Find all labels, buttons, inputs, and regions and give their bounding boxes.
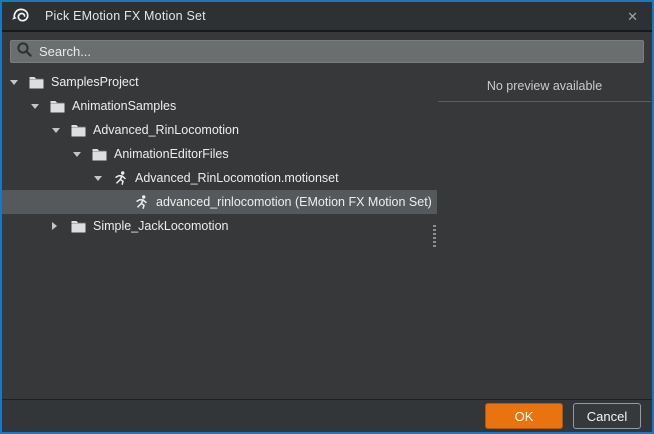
- search-icon: [16, 41, 37, 63]
- dialog-content: SamplesProject AnimationSamples: [2, 70, 652, 399]
- expand-arrow-icon[interactable]: [52, 222, 70, 230]
- expand-arrow-icon[interactable]: [10, 80, 28, 85]
- close-icon[interactable]: ✕: [623, 8, 642, 25]
- folder-icon: [70, 122, 86, 138]
- folder-icon: [91, 146, 107, 162]
- search-input[interactable]: [37, 42, 639, 62]
- tree-item-label: SamplesProject: [51, 75, 139, 89]
- motion-set-icon: [112, 170, 128, 186]
- tree-item-label: Simple_JackLocomotion: [93, 219, 229, 233]
- tree-item[interactable]: advanced_rinlocomotion (EMotion FX Motio…: [2, 190, 437, 214]
- tree-item-label: Advanced_RinLocomotion: [93, 123, 239, 137]
- folder-icon: [70, 218, 86, 234]
- asset-tree: SamplesProject AnimationSamples: [2, 70, 437, 399]
- expand-arrow-icon[interactable]: [94, 176, 112, 181]
- pick-motion-set-dialog: Pick EMotion FX Motion Set ✕: [0, 0, 654, 434]
- ok-button[interactable]: OK: [485, 403, 563, 429]
- tree-item-label: advanced_rinlocomotion (EMotion FX Motio…: [156, 195, 432, 209]
- footer-bar: OK Cancel: [2, 399, 652, 432]
- tree-item-label: AnimationSamples: [72, 99, 176, 113]
- motion-set-icon: [133, 194, 149, 210]
- lumberyard-logo-icon: [9, 4, 33, 28]
- preview-divider: [438, 101, 651, 102]
- folder-icon: [28, 74, 44, 90]
- tree-item[interactable]: Advanced_RinLocomotion: [2, 118, 437, 142]
- cancel-button[interactable]: Cancel: [573, 403, 641, 429]
- no-preview-label: No preview available: [438, 77, 651, 101]
- tree-item-label: AnimationEditorFiles: [114, 147, 229, 161]
- dialog-title: Pick EMotion FX Motion Set: [45, 9, 206, 23]
- tree-item-label: Advanced_RinLocomotion.motionset: [135, 171, 339, 185]
- tree-item[interactable]: AnimationEditorFiles: [2, 142, 437, 166]
- title-bar: Pick EMotion FX Motion Set ✕: [2, 2, 652, 32]
- tree-item[interactable]: Advanced_RinLocomotion.motionset: [2, 166, 437, 190]
- tree-item[interactable]: Simple_JackLocomotion: [2, 214, 437, 238]
- preview-panel: No preview available: [437, 70, 652, 399]
- expand-arrow-icon[interactable]: [73, 152, 91, 157]
- scrollbar-handle[interactable]: [433, 225, 436, 248]
- search-box[interactable]: [10, 40, 644, 63]
- expand-arrow-icon[interactable]: [31, 104, 49, 109]
- tree-item[interactable]: AnimationSamples: [2, 94, 437, 118]
- expand-arrow-icon[interactable]: [52, 128, 70, 133]
- folder-icon: [49, 98, 65, 114]
- tree-item[interactable]: SamplesProject: [2, 70, 437, 94]
- search-row: [2, 32, 652, 70]
